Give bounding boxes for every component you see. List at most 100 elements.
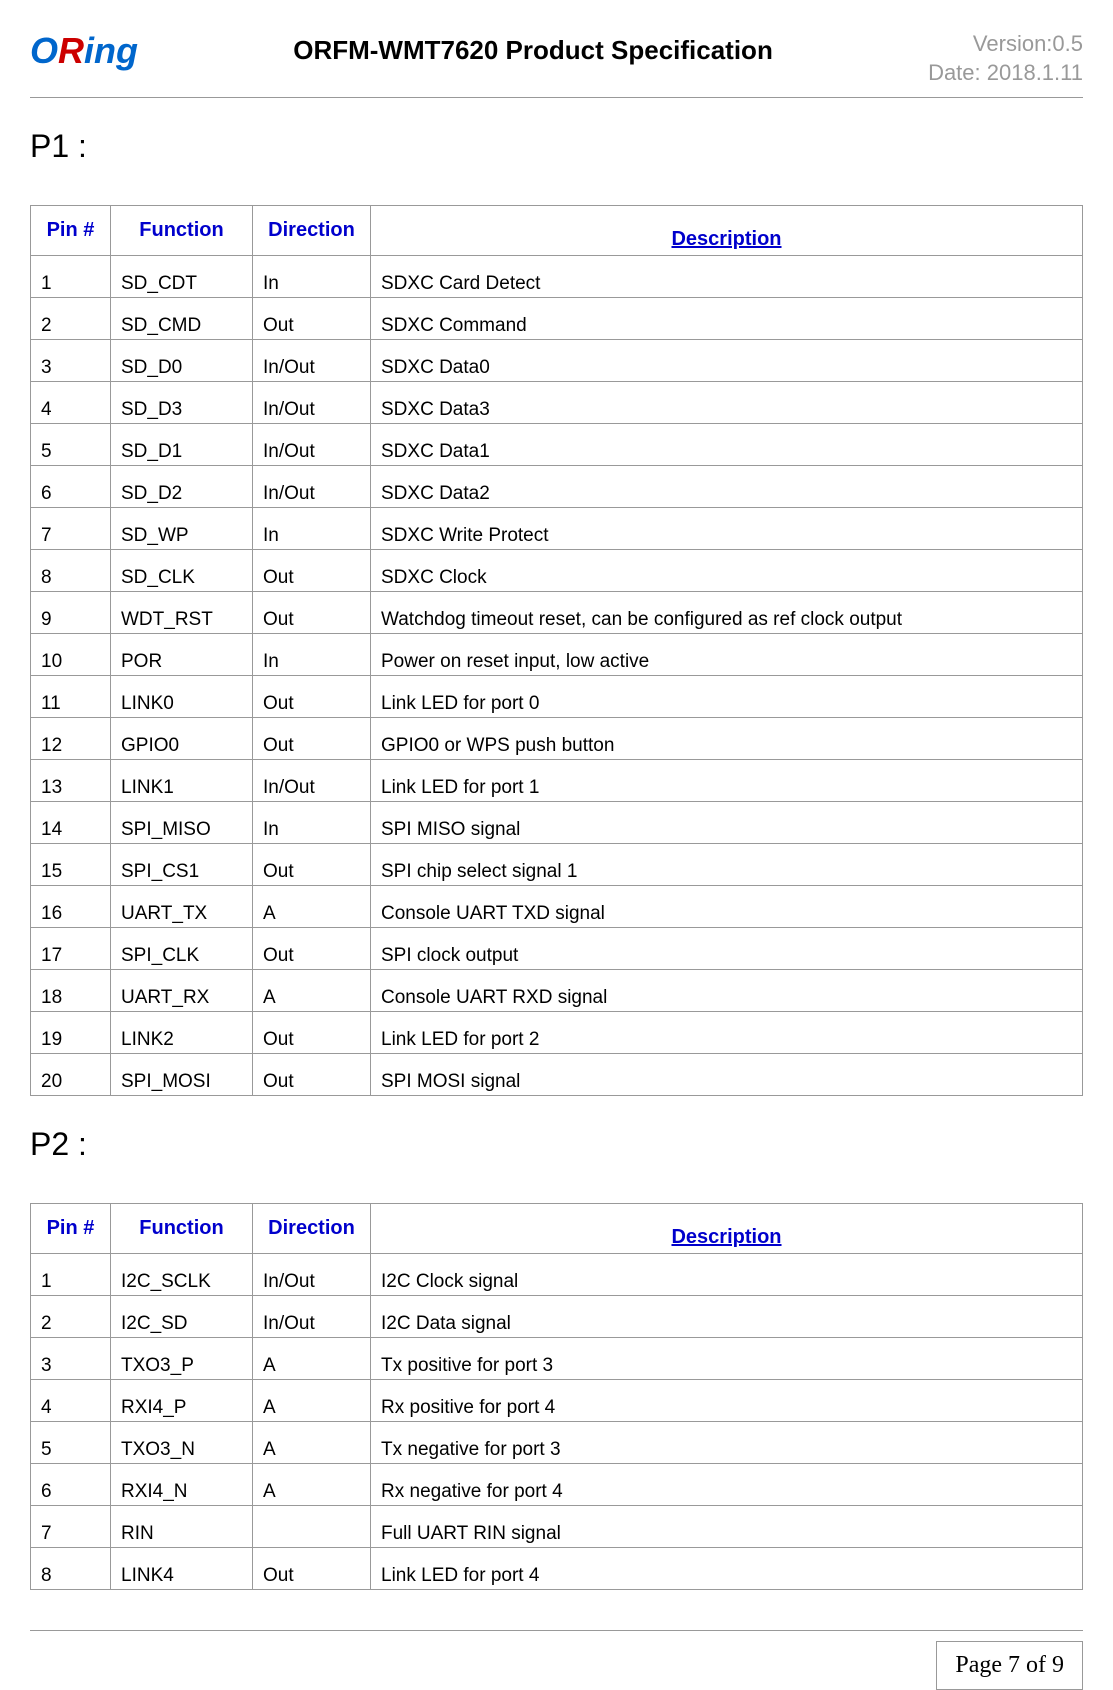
cell-pin: 7	[31, 508, 111, 550]
cell-function: TXO3_P	[111, 1338, 253, 1380]
page-header: ORing ORFM-WMT7620 Product Specification…	[30, 30, 1083, 98]
table-row: 5TXO3_NATx negative for port 3	[31, 1422, 1083, 1464]
cell-function: LINK4	[111, 1548, 253, 1590]
cell-direction: A	[253, 1464, 371, 1506]
cell-pin: 13	[31, 760, 111, 802]
cell-pin: 14	[31, 802, 111, 844]
table-row: 5SD_D1In/OutSDXC Data1	[31, 424, 1083, 466]
table-header-row: Pin # Function Direction Description	[31, 206, 1083, 256]
cell-direction: Out	[253, 550, 371, 592]
cell-description: SPI MOSI signal	[371, 1054, 1083, 1096]
cell-direction: In/Out	[253, 1254, 371, 1296]
cell-direction: Out	[253, 928, 371, 970]
cell-direction	[253, 1506, 371, 1548]
cell-description: GPIO0 or WPS push button	[371, 718, 1083, 760]
cell-description: Link LED for port 1	[371, 760, 1083, 802]
cell-pin: 16	[31, 886, 111, 928]
cell-function: UART_TX	[111, 886, 253, 928]
cell-function: SD_CMD	[111, 298, 253, 340]
header-function: Function	[111, 206, 253, 256]
cell-direction: Out	[253, 1054, 371, 1096]
cell-pin: 6	[31, 1464, 111, 1506]
cell-direction: A	[253, 886, 371, 928]
table-row: 1I2C_SCLKIn/OutI2C Clock signal	[31, 1254, 1083, 1296]
cell-pin: 12	[31, 718, 111, 760]
cell-direction: In/Out	[253, 1296, 371, 1338]
cell-description: I2C Clock signal	[371, 1254, 1083, 1296]
cell-description: SDXC Write Protect	[371, 508, 1083, 550]
cell-pin: 8	[31, 550, 111, 592]
section-heading-p1: P1 :	[30, 128, 1083, 165]
cell-description: Tx negative for port 3	[371, 1422, 1083, 1464]
logo: ORing	[30, 30, 138, 72]
cell-function: UART_RX	[111, 970, 253, 1012]
version-block: Version:0.5 Date: 2018.1.11	[928, 30, 1083, 87]
table-row: 10PORInPower on reset input, low active	[31, 634, 1083, 676]
cell-direction: Out	[253, 592, 371, 634]
cell-description: SPI MISO signal	[371, 802, 1083, 844]
cell-pin: 8	[31, 1548, 111, 1590]
cell-description: Console UART RXD signal	[371, 970, 1083, 1012]
cell-pin: 5	[31, 424, 111, 466]
cell-pin: 11	[31, 676, 111, 718]
cell-function: LINK1	[111, 760, 253, 802]
cell-function: SPI_MISO	[111, 802, 253, 844]
cell-direction: In/Out	[253, 466, 371, 508]
cell-direction: Out	[253, 844, 371, 886]
header-description: Description	[371, 206, 1083, 256]
cell-function: SPI_CS1	[111, 844, 253, 886]
table-row: 14SPI_MISOInSPI MISO signal	[31, 802, 1083, 844]
table-row: 6RXI4_NARx negative for port 4	[31, 1464, 1083, 1506]
table-row: 17SPI_CLKOutSPI clock output	[31, 928, 1083, 970]
cell-function: SD_D2	[111, 466, 253, 508]
document-title: ORFM-WMT7620 Product Specification	[138, 30, 928, 66]
table-row: 6SD_D2In/OutSDXC Data2	[31, 466, 1083, 508]
table-row: 11LINK0OutLink LED for port 0	[31, 676, 1083, 718]
table-row: 7RINFull UART RIN signal	[31, 1506, 1083, 1548]
cell-direction: In/Out	[253, 382, 371, 424]
cell-function: SD_CDT	[111, 256, 253, 298]
cell-function: WDT_RST	[111, 592, 253, 634]
table-row: 7SD_WPInSDXC Write Protect	[31, 508, 1083, 550]
cell-direction: A	[253, 1422, 371, 1464]
cell-description: Link LED for port 4	[371, 1548, 1083, 1590]
cell-pin: 19	[31, 1012, 111, 1054]
cell-pin: 20	[31, 1054, 111, 1096]
cell-function: SD_D3	[111, 382, 253, 424]
header-direction: Direction	[253, 1204, 371, 1254]
cell-direction: Out	[253, 1548, 371, 1590]
table-row: 3SD_D0In/OutSDXC Data0	[31, 340, 1083, 382]
cell-function: RIN	[111, 1506, 253, 1548]
table-row: 8SD_CLKOutSDXC Clock	[31, 550, 1083, 592]
cell-description: SDXC Data3	[371, 382, 1083, 424]
table-row: 2SD_CMDOutSDXC Command	[31, 298, 1083, 340]
cell-description: Link LED for port 0	[371, 676, 1083, 718]
table-row: 16UART_TXAConsole UART TXD signal	[31, 886, 1083, 928]
table-p2: Pin # Function Direction Description 1I2…	[30, 1203, 1083, 1590]
cell-function: I2C_SD	[111, 1296, 253, 1338]
cell-function: LINK0	[111, 676, 253, 718]
cell-pin: 10	[31, 634, 111, 676]
header-direction: Direction	[253, 206, 371, 256]
cell-function: SD_D1	[111, 424, 253, 466]
cell-description: SDXC Data2	[371, 466, 1083, 508]
cell-description: SDXC Clock	[371, 550, 1083, 592]
cell-description: Console UART TXD signal	[371, 886, 1083, 928]
table-row: 3TXO3_PATx positive for port 3	[31, 1338, 1083, 1380]
table-row: 20SPI_MOSIOutSPI MOSI signal	[31, 1054, 1083, 1096]
cell-direction: A	[253, 1338, 371, 1380]
cell-direction: In	[253, 634, 371, 676]
cell-function: SPI_CLK	[111, 928, 253, 970]
header-pin: Pin #	[31, 1204, 111, 1254]
cell-function: LINK2	[111, 1012, 253, 1054]
cell-pin: 7	[31, 1506, 111, 1548]
table-row: 4RXI4_PARx positive for port 4	[31, 1380, 1083, 1422]
cell-pin: 15	[31, 844, 111, 886]
cell-pin: 18	[31, 970, 111, 1012]
page-number: Page 7 of 9	[936, 1641, 1083, 1690]
cell-pin: 6	[31, 466, 111, 508]
cell-pin: 17	[31, 928, 111, 970]
table-row: 2I2C_SDIn/OutI2C Data signal	[31, 1296, 1083, 1338]
cell-direction: Out	[253, 1012, 371, 1054]
table-p1: Pin # Function Direction Description 1SD…	[30, 205, 1083, 1096]
